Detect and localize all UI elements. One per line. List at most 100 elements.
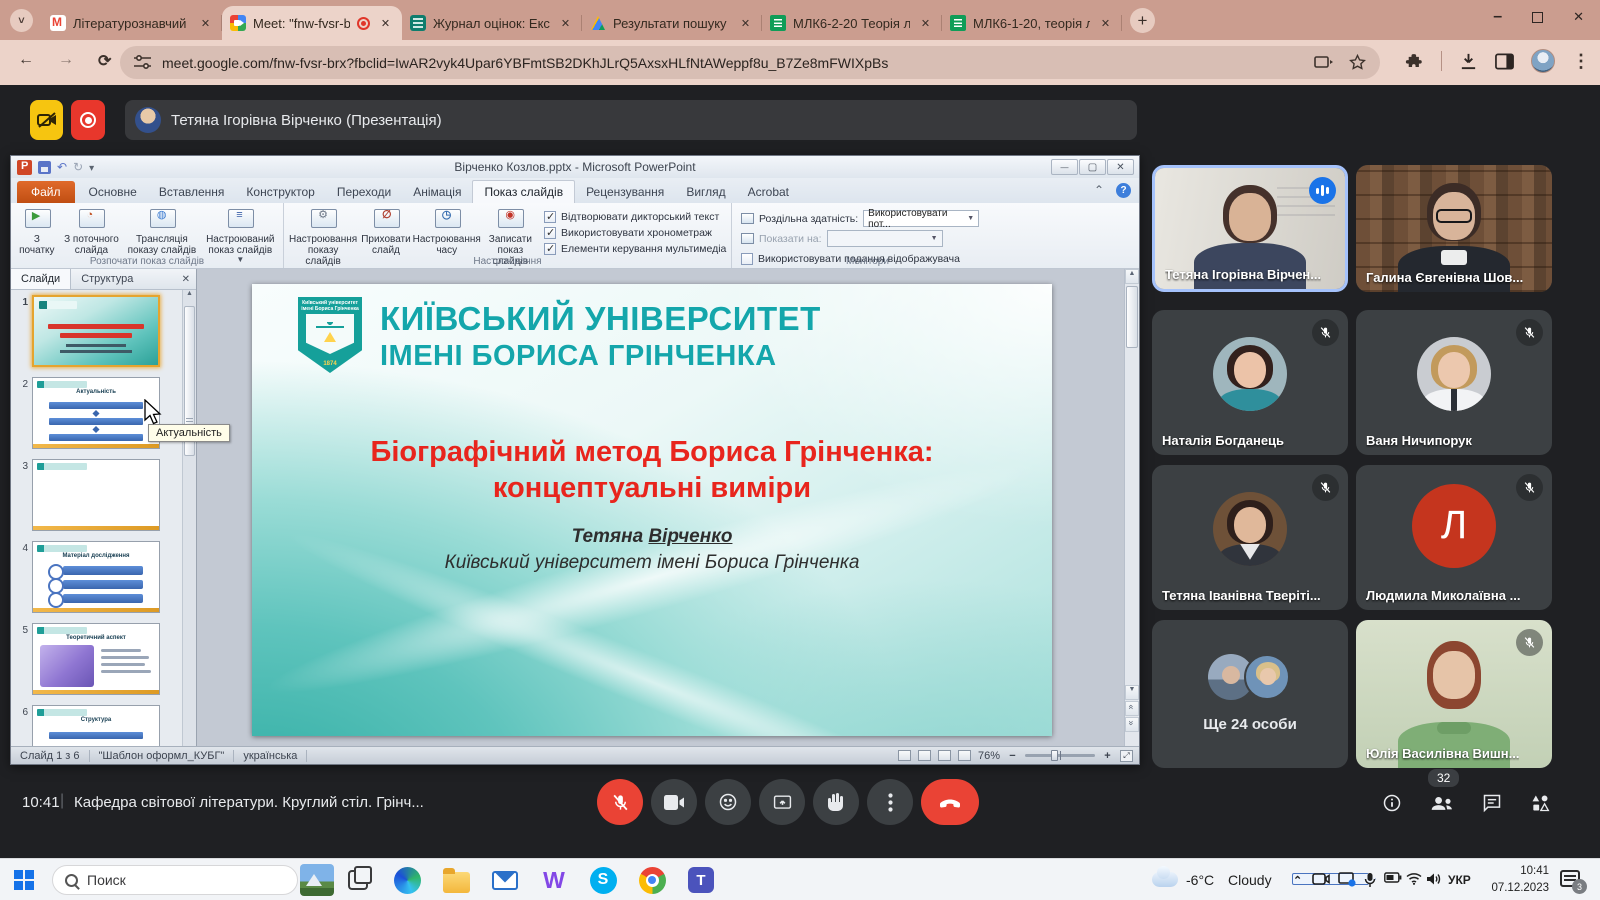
tab-close-button[interactable] [197, 15, 214, 32]
ribbon-tab[interactable]: Вставлення [148, 181, 236, 203]
window-close-button[interactable] [1573, 8, 1584, 26]
ribbon-tab[interactable]: Рецензування [575, 181, 675, 203]
end-call-button[interactable] [921, 779, 979, 825]
raise-hand-button[interactable] [813, 779, 859, 825]
recording-indicator-button[interactable] [71, 100, 105, 140]
tab-close-button[interactable] [917, 15, 934, 32]
start-button[interactable] [14, 870, 34, 890]
participant-tile[interactable]: Ваня Ничипорук [1356, 310, 1552, 455]
participant-tile[interactable]: Ще 24 особи [1152, 620, 1348, 768]
back-button[interactable] [18, 51, 34, 71]
bookmark-star-icon[interactable] [1349, 54, 1366, 71]
fit-to-window-icon[interactable] [1120, 750, 1133, 762]
participant-tile[interactable]: Наталія Богданець [1152, 310, 1348, 455]
forward-button[interactable] [58, 51, 74, 71]
ribbon-tab[interactable]: Показ слайдів [472, 180, 575, 203]
ribbon-tab[interactable]: Acrobat [737, 181, 800, 203]
activities-icon[interactable] [1530, 793, 1550, 813]
tab-close-button[interactable] [557, 15, 574, 32]
participant-tile[interactable]: Тетяна Іванівна Тверіті... [1152, 465, 1348, 610]
participants-icon[interactable] [1430, 793, 1454, 813]
tab-capture-icon[interactable] [1314, 55, 1333, 70]
scrollbar-thumb[interactable] [1126, 286, 1138, 348]
window-minimize-button[interactable] [1493, 8, 1502, 26]
ribbon-checkbox[interactable]: Відтворювати дикторський текст [544, 211, 724, 223]
browser-menu-icon[interactable] [1572, 51, 1590, 72]
taskbar-skype-icon[interactable] [588, 865, 618, 895]
window-maximize-button[interactable] [1532, 12, 1543, 23]
download-icon[interactable] [1459, 52, 1478, 71]
browser-tab[interactable]: Результати пошуку – Google [582, 6, 762, 40]
site-settings-icon[interactable] [134, 55, 151, 70]
tray-screenshare-icon[interactable] [1338, 872, 1356, 887]
slide-thumbnail[interactable]: 4Матеріал дослідження [13, 541, 180, 613]
ppt-maximize-button[interactable] [1079, 159, 1106, 175]
side-panel-icon[interactable] [1495, 53, 1514, 70]
chat-icon[interactable] [1482, 793, 1502, 813]
current-slide[interactable]: Київський університетімені Бориса Грінче… [252, 284, 1052, 736]
new-tab-button[interactable] [1130, 8, 1155, 33]
ribbon-button[interactable]: Трансляція показу слайдів [123, 206, 200, 257]
ribbon-tab[interactable]: Вигляд [675, 181, 736, 203]
taskbar-w-app-icon[interactable]: W [539, 865, 569, 895]
address-bar[interactable]: meet.google.com/fnw-fvsr-brx?fbclid=IwAR… [120, 46, 1380, 79]
slide-sorter-icon[interactable] [918, 750, 931, 761]
browser-tab[interactable]: Літературознавчий круглий [42, 6, 222, 40]
panel-scrollbar[interactable] [182, 290, 196, 746]
tray-battery-icon[interactable] [1384, 872, 1402, 883]
ribbon-button[interactable]: З початку [14, 206, 60, 257]
participant-tile[interactable]: Галина Євгенівна Шов... [1356, 165, 1552, 292]
presentation-banner[interactable]: Тетяна Ігорівна Вірченко (Презентація) [125, 100, 1137, 140]
camera-off-indicator[interactable] [30, 100, 63, 140]
ribbon-button[interactable]: Настроювання часу [413, 206, 481, 257]
previous-slide-icon[interactable] [1125, 701, 1139, 716]
more-options-button[interactable] [867, 779, 913, 825]
weather-icon[interactable] [1152, 872, 1178, 887]
tray-volume-icon[interactable] [1426, 872, 1442, 886]
mic-toggle-button[interactable] [597, 779, 643, 825]
ppt-close-button[interactable] [1107, 159, 1134, 175]
temperature[interactable]: -6°C [1186, 872, 1214, 888]
zoom-in-icon[interactable]: + [1102, 750, 1113, 762]
taskbar-chrome-icon[interactable] [637, 865, 667, 895]
ribbon-button[interactable]: З поточного слайда [60, 206, 124, 257]
save-icon[interactable] [38, 161, 51, 174]
slide-thumbnail[interactable]: 1 [13, 295, 180, 367]
tab-close-button[interactable] [1097, 15, 1114, 32]
zoom-slider-thumb[interactable] [1051, 750, 1058, 761]
taskbar-edge-icon[interactable] [392, 865, 422, 895]
powerpoint-titlebar[interactable]: Вірченко Козлов.pptx - Microsoft PowerPo… [11, 156, 1139, 178]
ribbon-checkbox[interactable]: Елементи керування мультимедіа [544, 243, 724, 255]
ribbon-tab[interactable]: Файл [17, 181, 75, 203]
taskbar-teams-icon[interactable] [686, 865, 716, 895]
slide-thumbnail[interactable]: 6Структура [13, 705, 180, 746]
camera-toggle-button[interactable] [651, 779, 697, 825]
reactions-button[interactable] [705, 779, 751, 825]
taskbar-search[interactable]: Поиск [52, 865, 298, 895]
ppt-minimize-button[interactable] [1051, 159, 1078, 175]
task-view-button[interactable] [348, 870, 368, 890]
reload-button[interactable] [98, 51, 111, 71]
tray-wifi-icon[interactable] [1406, 872, 1422, 885]
meeting-details-icon[interactable] [1382, 793, 1402, 813]
help-icon[interactable] [1116, 183, 1131, 198]
resolution-dropdown[interactable]: Використовувати пот... [863, 210, 979, 227]
ribbon-checkbox[interactable]: Використовувати хронометраж [544, 227, 724, 239]
ribbon-button[interactable]: Приховати слайд [359, 206, 413, 257]
profile-avatar[interactable] [1531, 49, 1555, 73]
reading-view-icon[interactable] [938, 750, 951, 761]
language-indicator[interactable]: українська [234, 750, 307, 762]
resolution-row[interactable]: Роздільна здатність: Використовувати пот… [741, 210, 979, 227]
next-slide-icon[interactable] [1125, 717, 1139, 732]
normal-view-icon[interactable] [898, 750, 911, 761]
slideshow-view-icon[interactable] [958, 750, 971, 761]
redo-icon[interactable] [73, 158, 83, 176]
ribbon-tab[interactable]: Анімація [402, 181, 472, 203]
ribbon-tab[interactable]: Основне [78, 181, 148, 203]
browser-tab[interactable]: МЛК6-2-20 Теорія літ. - Goo [762, 6, 942, 40]
tab-search-button[interactable] [10, 9, 33, 32]
tray-mic-icon[interactable] [1364, 872, 1376, 888]
taskbar-clock[interactable]: 10:41 07.12.2023 [1487, 863, 1549, 896]
tray-camera-icon[interactable] [1312, 872, 1330, 886]
taskbar-explorer-icon[interactable] [441, 865, 471, 895]
